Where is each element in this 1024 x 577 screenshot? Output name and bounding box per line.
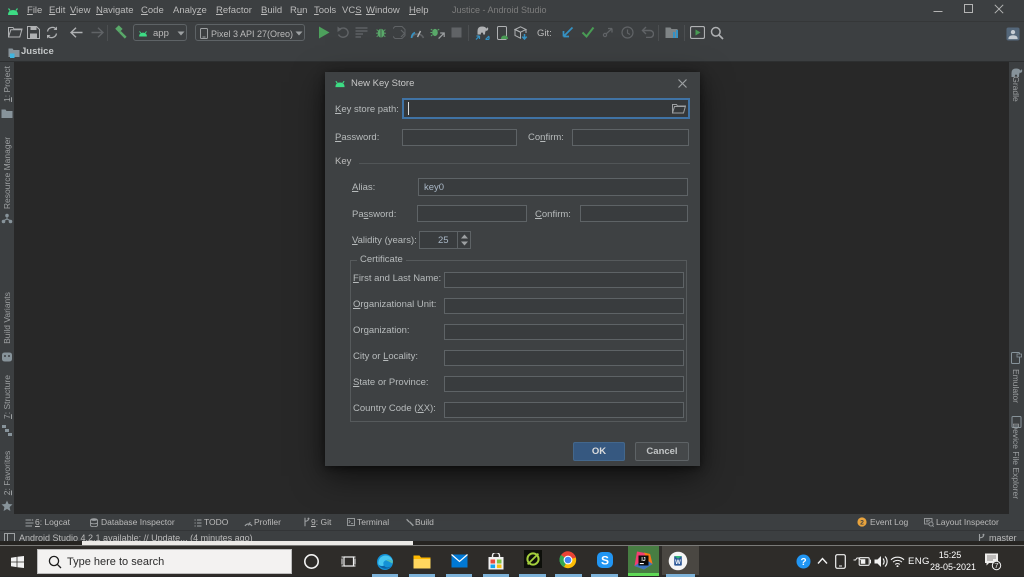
svg-text:?: ? bbox=[800, 557, 806, 568]
svg-text:7: 7 bbox=[994, 561, 998, 570]
svg-text:S: S bbox=[601, 554, 609, 568]
svg-text:IJ: IJ bbox=[641, 557, 645, 563]
svg-text:2: 2 bbox=[860, 519, 864, 526]
svg-text:W: W bbox=[675, 560, 681, 566]
